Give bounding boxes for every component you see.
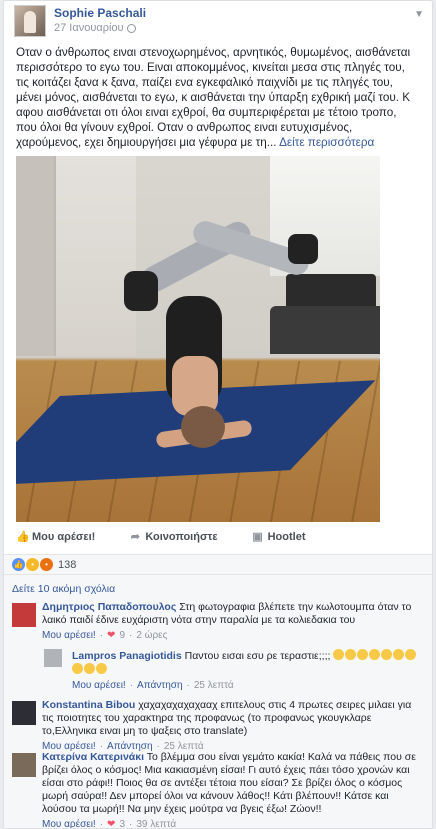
- wow-reaction-icon: •: [26, 558, 39, 571]
- comment-time[interactable]: 39 λεπτά: [136, 818, 176, 828]
- comment: Κατερίνα Κατερινάκι Το βλέμμα σου είναι …: [4, 751, 432, 829]
- heart-icon: ❤: [107, 819, 116, 829]
- post-date[interactable]: 27 Ιανουαρίου: [54, 21, 124, 36]
- comment-reaction-count: 9: [119, 630, 125, 641]
- hootlet-button[interactable]: ▣ Hootlet: [252, 531, 305, 543]
- commenter-name[interactable]: Konstantina Bibou: [42, 699, 135, 711]
- commenter-avatar[interactable]: [12, 603, 36, 627]
- post-text: Οταν ο άνθρωπος ειναι στενοχωρημένος, αρ…: [16, 46, 411, 149]
- comment-like-link[interactable]: Μου αρέσει!: [42, 818, 96, 828]
- hootlet-icon: ▣: [252, 531, 263, 543]
- post-photo[interactable]: [16, 156, 380, 522]
- thumbs-up-icon: 👍: [16, 531, 30, 543]
- globe-icon: [126, 24, 136, 33]
- post-header: Sophie Paschali 27 Ιανουαρίου ▼: [4, 1, 432, 41]
- door: [16, 156, 56, 356]
- chevron-down-icon[interactable]: ▼: [414, 9, 424, 20]
- see-more-link[interactable]: Δείτε περισσότερα: [279, 136, 374, 149]
- share-icon: ➦: [130, 531, 140, 543]
- post-card: Sophie Paschali 27 Ιανουαρίου ▼ Οταν ο ά…: [3, 0, 433, 829]
- commenter-avatar[interactable]: [12, 701, 36, 725]
- comment-reply-link[interactable]: Απάντηση: [137, 679, 182, 692]
- comment-time[interactable]: 2 ώρες: [136, 629, 167, 642]
- comment-text: Παντου εισαι εσυ ρε τεραστιε;;;;: [184, 650, 331, 662]
- share-button[interactable]: ➦ Κοινοποιήστε: [129, 531, 218, 543]
- commenter-name[interactable]: Lampros Panagiotidis: [72, 650, 182, 662]
- commenter-avatar[interactable]: [44, 649, 62, 667]
- comment-time[interactable]: 25 λεπτά: [194, 679, 234, 692]
- commenter-avatar[interactable]: [12, 753, 36, 777]
- reactions-bar[interactable]: 👍 • • 138: [4, 554, 432, 574]
- commenter-name[interactable]: Κατερίνα Κατερινάκι: [42, 751, 144, 763]
- author-name[interactable]: Sophie Paschali: [54, 6, 146, 21]
- like-reaction-icon: 👍: [12, 558, 25, 571]
- comments-section: Δείτε 10 ακόμη σχόλια Δημητριος Παπαδοπο…: [4, 574, 432, 829]
- comment: Konstantina Bibou χαχαχαχαχαχααχ επιτελο…: [4, 699, 432, 752]
- reaction-count[interactable]: 138: [58, 559, 76, 571]
- heart-icon: ❤: [107, 630, 116, 641]
- commenter-name[interactable]: Δημητριος Παπαδοπουλος: [42, 601, 176, 613]
- angry-reaction-icon: •: [40, 558, 53, 571]
- comment-like-link[interactable]: Μου αρέσει!: [72, 679, 126, 692]
- more-comments-link[interactable]: Δείτε 10 ακόμη σχόλια: [4, 575, 432, 601]
- comment-reply: Lampros Panagiotidis Παντου εισαι εσυ ρε…: [4, 649, 432, 699]
- post-actions: 👍 Μου αρέσει! ➦ Κοινοποιήστε ▣ Hootlet: [4, 528, 432, 546]
- author-avatar[interactable]: [14, 5, 46, 37]
- comment-reaction-count: 3: [119, 819, 125, 829]
- comment-like-link[interactable]: Μου αρέσει!: [42, 629, 96, 642]
- like-button[interactable]: 👍 Μου αρέσει!: [16, 531, 95, 543]
